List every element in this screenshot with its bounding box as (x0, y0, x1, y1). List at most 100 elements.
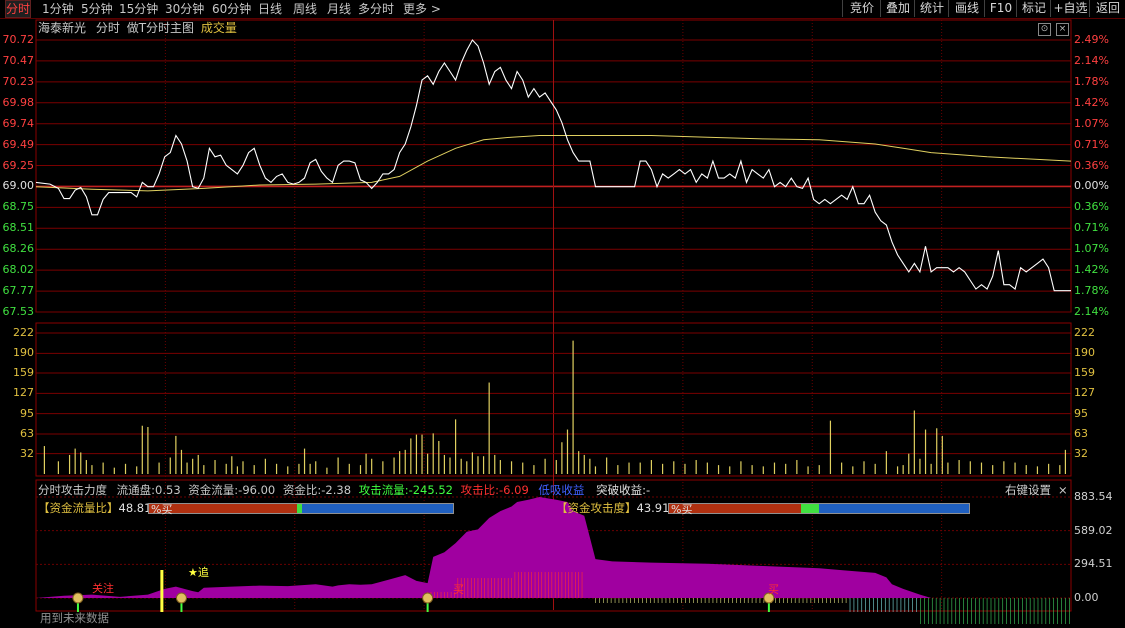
volume-tick-right: 222 (1074, 326, 1095, 339)
volume-label: 成交量 (200, 21, 237, 35)
flow-label: 资金流量: (188, 483, 239, 497)
price-tick-label: 67.53 (2, 305, 35, 318)
price-tick-label: 69.00 (2, 179, 35, 193)
breakout-value: - (645, 483, 651, 497)
flow-ratio-sell-fill (301, 504, 453, 513)
volume-tick-left: 159 (13, 366, 34, 379)
breakout-label: 突破收益: (596, 483, 646, 497)
ratio-label: 资金比: (282, 483, 322, 497)
timeframe-tab-8[interactable]: 月线 (327, 1, 351, 17)
price-tick-label: 70.72 (2, 33, 35, 46)
stock-name: 海泰新光 (38, 21, 87, 35)
volume-tick-left: 190 (13, 346, 34, 360)
percent-tick-label: 0.36% (1074, 158, 1109, 172)
low-suck-label: 低吸收益 (538, 483, 585, 497)
money-bag-icon (175, 592, 187, 604)
close-indicator-icon[interactable]: × (1058, 483, 1068, 497)
indicator-tick-label: 883.54 (1074, 490, 1113, 503)
intraday-chart (35, 19, 1072, 624)
volume-tick-right: 32 (1074, 446, 1088, 460)
timeframe-tab-6[interactable]: 日线 (258, 1, 282, 17)
percent-tick-label: 1.42% (1074, 95, 1109, 109)
percent-tick-label: 0.71% (1074, 221, 1109, 235)
timeframe-tab-3[interactable]: 15分钟 (119, 1, 158, 17)
flow-ratio-label: 【资金流量比】48.81 (38, 501, 151, 515)
price-tick-label: 70.23 (2, 74, 35, 88)
price-tick-label: 69.74 (2, 116, 35, 130)
timeframe-tab-2[interactable]: 5分钟 (81, 1, 113, 17)
percent-tick-label: 1.78% (1074, 74, 1109, 88)
toolbar-button-6[interactable]: +自选 (1050, 0, 1090, 17)
attack-flow-label: 攻击流量: (358, 483, 409, 497)
timeframe-tab-5[interactable]: 60分钟 (212, 1, 251, 17)
future-data-note: 用到未来数据 (40, 611, 109, 625)
timeframe-tab-7[interactable]: 周线 (293, 1, 317, 17)
star-icon: ★ (188, 566, 198, 579)
ratio-value: -2.38 (321, 483, 352, 497)
indicator-info: 分时攻击力度 流通盘:0.53 资金流量:-96.00 资金比:-2.38 攻击… (38, 483, 650, 497)
toolbar-button-1[interactable]: 叠加 (880, 0, 915, 17)
indicator-name: 分时攻击力度 (38, 483, 107, 497)
attack-ratio-label: 攻击比: (460, 483, 499, 497)
flow-value: -96.00 (238, 483, 276, 497)
chase-marker: ★追 (188, 566, 209, 580)
timeframe-tab-10[interactable]: 更多 > (403, 1, 441, 17)
toolbar-button-4[interactable]: F10 (984, 0, 1017, 17)
volume-tick-left: 222 (13, 326, 34, 339)
settings-icon[interactable]: ⊙ (1038, 23, 1051, 36)
attack-ratio-sell-fill (818, 504, 969, 513)
chase-marker-label: 追 (197, 566, 209, 579)
percent-tick-label: 1.78% (1074, 284, 1109, 298)
price-tick-label: 68.26 (2, 242, 35, 256)
volume-tick-right: 159 (1074, 366, 1095, 379)
percent-tick-label: 0.36% (1074, 200, 1109, 214)
toolbar-button-2[interactable]: 统计 (914, 0, 949, 17)
price-tick-label: 70.47 (2, 53, 35, 67)
attack-ratio-suffix: %买 (671, 503, 693, 516)
volume-tick-left: 32 (20, 446, 34, 460)
timeframe-tab-1[interactable]: 1分钟 (42, 1, 74, 17)
indicator-tick-label: 589.02 (1074, 523, 1113, 537)
percent-tick-label: 2.14% (1074, 53, 1109, 67)
price-tick-label: 67.77 (2, 284, 35, 298)
timeframe-tab-9[interactable]: 多分时 (358, 1, 394, 17)
attack-ratio-bar: %买 (668, 503, 970, 516)
percent-tick-label: 1.42% (1074, 263, 1109, 277)
percent-tick-label: 2.14% (1074, 305, 1109, 318)
toolbar-button-7[interactable]: 返回 (1089, 0, 1125, 17)
attack-flow-value: -245.52 (408, 483, 453, 497)
toolbar-button-0[interactable]: 竞价 (842, 0, 881, 17)
money-bag-icon (72, 592, 84, 604)
buy-marker-label-2: 买 (768, 583, 779, 596)
follow-marker-label: 关注 (92, 582, 114, 595)
toolbar-button-5[interactable]: 标记 (1016, 0, 1051, 17)
timeframe-tab-4[interactable]: 30分钟 (165, 1, 204, 17)
attack-ratio-bar-value: 43.91 (636, 501, 670, 515)
price-tick-label: 68.02 (2, 263, 35, 277)
attack-ratio-value: -6.09 (499, 483, 529, 497)
percent-tick-label: 0.00% (1074, 179, 1109, 193)
view-name: 分时 (95, 21, 120, 35)
float-label: 流通盘: (116, 483, 156, 497)
toolbar-button-3[interactable]: 画线 (948, 0, 985, 17)
right-click-settings[interactable]: 右键设置 (1005, 483, 1051, 497)
attack-ratio-bar-label: 【资金攻击度】43.91 (556, 501, 669, 515)
price-tick-label: 69.49 (2, 137, 35, 151)
flow-ratio-bar: %买 (148, 503, 454, 516)
float-value: 0.53 (155, 483, 181, 497)
volume-tick-left: 127 (13, 386, 34, 400)
timeframe-tab-0[interactable]: 分时 (4, 0, 32, 18)
attack-ratio-title: 【资金攻击度】 (556, 501, 637, 515)
price-tick-label: 68.75 (2, 200, 35, 214)
close-main-icon[interactable]: × (1056, 23, 1069, 36)
volume-tick-right: 127 (1074, 386, 1095, 400)
main-indicator-name: 做T分时主图 (126, 21, 195, 35)
timeframe-toolbar: 分时 1分钟 5分钟 15分钟 30分钟 60分钟 日线 周线 月线 多分时 更多 > 竞价 叠加 统计画… (0, 0, 1125, 19)
percent-tick-label: 2.49% (1074, 33, 1109, 46)
flow-ratio-title: 【资金流量比】 (38, 501, 119, 515)
percent-tick-label: 1.07% (1074, 116, 1109, 130)
volume-tick-left: 95 (20, 406, 34, 420)
attack-ratio-mid-fill (800, 504, 819, 513)
price-tick-label: 69.98 (2, 95, 35, 109)
price-tick-label: 69.25 (2, 158, 35, 172)
